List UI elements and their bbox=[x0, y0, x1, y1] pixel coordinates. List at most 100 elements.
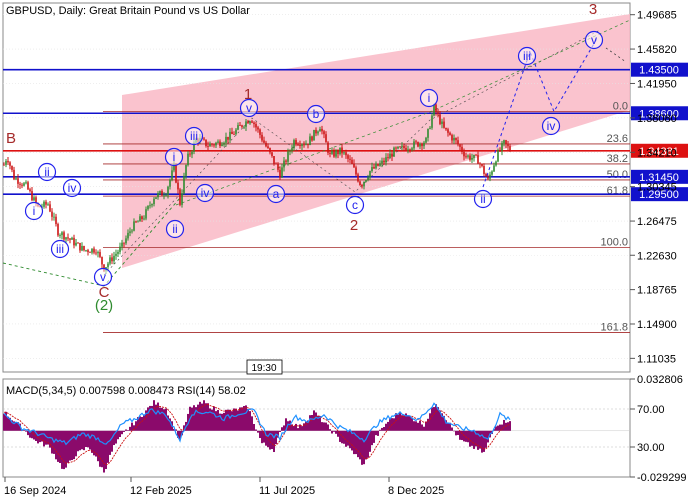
candle-body bbox=[185, 165, 187, 176]
candle-body bbox=[437, 112, 439, 115]
candle-body bbox=[413, 141, 415, 149]
candle-body bbox=[495, 161, 497, 166]
candle-body bbox=[81, 246, 83, 251]
candle-body bbox=[447, 129, 449, 133]
wave-circle: i bbox=[24, 201, 44, 221]
candle-body bbox=[497, 150, 499, 162]
candle-body bbox=[7, 160, 9, 163]
candle-body bbox=[149, 205, 151, 207]
candle-body bbox=[419, 143, 421, 147]
candle-body bbox=[217, 141, 219, 143]
candle-body bbox=[449, 132, 451, 135]
candle-body bbox=[237, 125, 239, 130]
macd-bar bbox=[435, 404, 437, 431]
macd-bar bbox=[207, 403, 209, 431]
candle-body bbox=[287, 151, 289, 162]
macd-bar bbox=[331, 430, 333, 434]
macd-bar bbox=[485, 430, 487, 448]
wave-circle: i bbox=[419, 88, 439, 108]
macd-bar bbox=[403, 415, 405, 431]
macd-bar bbox=[39, 430, 41, 443]
macd-bar bbox=[371, 430, 373, 446]
macd-bar bbox=[419, 420, 421, 431]
macd-bar bbox=[191, 407, 193, 431]
candle-body bbox=[223, 142, 225, 145]
candle-body bbox=[273, 156, 275, 164]
candle-body bbox=[127, 232, 129, 239]
y-tick-label: 1.49685 bbox=[637, 10, 677, 22]
macd-bar bbox=[71, 430, 73, 461]
macd-bar bbox=[245, 405, 247, 431]
macd-bar bbox=[69, 430, 71, 461]
candle-body bbox=[261, 134, 263, 141]
level-tag-label: 1.43500 bbox=[639, 65, 679, 77]
wave-circle: ii bbox=[165, 219, 185, 239]
candle-body bbox=[309, 136, 311, 146]
candle-body bbox=[183, 175, 185, 194]
macd-bar bbox=[253, 423, 255, 431]
candle-body bbox=[307, 144, 309, 146]
candle-body bbox=[209, 143, 211, 147]
candle-body bbox=[109, 257, 111, 264]
macd-bar bbox=[433, 407, 435, 431]
candle-body bbox=[415, 141, 417, 143]
candle-body bbox=[143, 218, 145, 220]
candle-body bbox=[331, 151, 333, 154]
wave-circle-label: v bbox=[100, 270, 106, 284]
wave-circle-label: iii bbox=[190, 129, 198, 143]
candle-body bbox=[269, 148, 271, 153]
candle-body bbox=[345, 152, 347, 156]
y-tick-label: 1.41950 bbox=[637, 78, 677, 90]
wave-circle-label: i bbox=[33, 204, 36, 218]
wave-circle: ii bbox=[473, 189, 493, 209]
macd-bar bbox=[415, 421, 417, 431]
candle-body bbox=[121, 242, 123, 247]
candle-body bbox=[213, 144, 215, 146]
candle-body bbox=[275, 163, 277, 165]
candle-body bbox=[387, 157, 389, 159]
candle-body bbox=[383, 160, 385, 163]
indicator-tick-label: -0.029299 bbox=[637, 472, 687, 484]
macd-bar bbox=[375, 430, 377, 436]
candle-body bbox=[31, 191, 33, 201]
wave-circle: c bbox=[345, 195, 365, 215]
macd-bar bbox=[161, 407, 163, 431]
candle-body bbox=[325, 134, 327, 143]
wave-circle: ii bbox=[37, 162, 57, 182]
macd-bar bbox=[421, 424, 423, 431]
macd-bar bbox=[311, 415, 313, 431]
macd-bar bbox=[75, 430, 77, 457]
wave-label: 2 bbox=[350, 217, 358, 234]
wave-circle: v bbox=[584, 30, 604, 50]
candle-body bbox=[263, 140, 265, 143]
candle-body bbox=[99, 252, 101, 257]
wave-circle-label: ii bbox=[480, 192, 485, 206]
candle-body bbox=[259, 129, 261, 135]
macd-bar bbox=[297, 428, 299, 431]
candle-body bbox=[397, 146, 399, 149]
candle-body bbox=[159, 190, 161, 194]
candle-body bbox=[409, 149, 411, 151]
macd-bar bbox=[65, 430, 67, 468]
candle-body bbox=[463, 151, 465, 157]
wave-circle-label: b bbox=[313, 107, 320, 121]
candle-body bbox=[343, 152, 345, 154]
macd-bar bbox=[503, 419, 505, 431]
wave-circle-label: ii bbox=[172, 222, 177, 236]
candle-body bbox=[123, 242, 125, 244]
macd-bar bbox=[383, 427, 385, 431]
candle-body bbox=[433, 104, 435, 116]
candle-body bbox=[243, 126, 245, 128]
candle-body bbox=[403, 145, 405, 149]
macd-bar bbox=[55, 430, 57, 460]
candle-body bbox=[471, 157, 473, 160]
candle-body bbox=[509, 146, 511, 151]
candle-body bbox=[29, 189, 31, 192]
macd-bar bbox=[79, 430, 81, 451]
macd-bar bbox=[159, 407, 161, 431]
candle-body bbox=[391, 153, 393, 157]
candle-body bbox=[49, 204, 51, 212]
indicator-panel: 0.032806 70.00 30.00 -0.029299 MACD(5,34,5)… bbox=[2, 374, 687, 484]
candle-body bbox=[297, 144, 299, 146]
macd-bar bbox=[23, 430, 25, 431]
